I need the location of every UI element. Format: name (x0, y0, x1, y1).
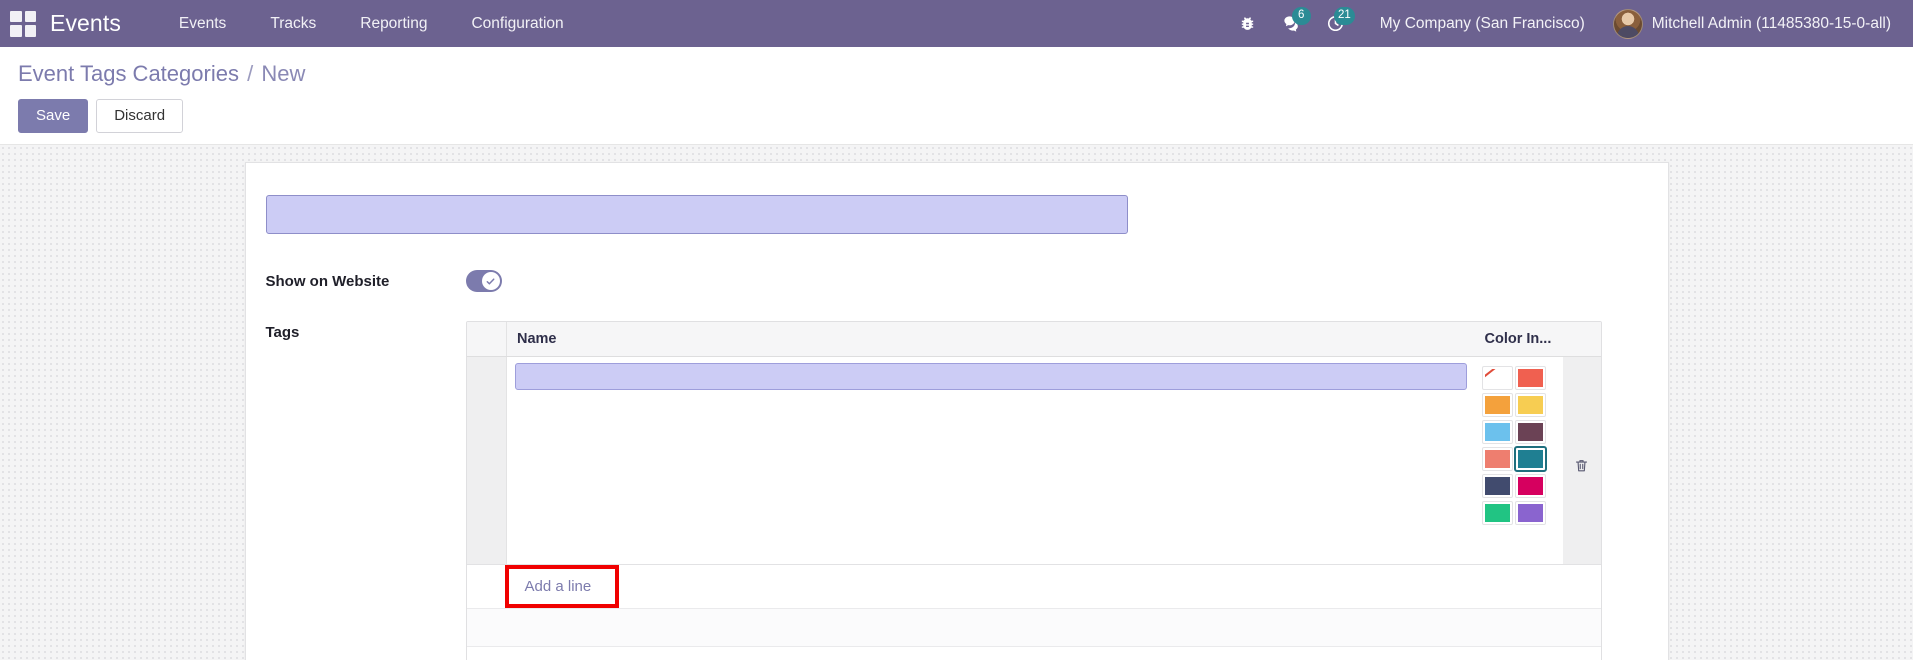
menu-item-tracks[interactable]: Tracks (248, 9, 338, 39)
color-swatch-dark-blue[interactable] (1481, 474, 1513, 499)
menu-item-reporting[interactable]: Reporting (338, 9, 449, 39)
table-row (466, 356, 1601, 564)
color-swatch-red[interactable] (1514, 366, 1546, 391)
form-background: Show on Website Tags Name Color In... Ad… (0, 145, 1913, 661)
row-drag-handle[interactable] (466, 356, 507, 564)
category-name-input[interactable] (265, 195, 1128, 235)
tags-one2many-field: Name Color In... Add a line (465, 321, 1638, 661)
form-fields: Show on Website Tags Name Color In... Ad… (265, 270, 1638, 661)
bug-icon[interactable] (1226, 4, 1270, 44)
column-header-handle (466, 322, 507, 358)
avatar (1612, 8, 1643, 39)
color-swatch-light-blue[interactable] (1481, 420, 1513, 445)
discard-button[interactable]: Discard (96, 99, 184, 134)
toggle-knob (481, 272, 500, 291)
messages-badge: 6 (1291, 6, 1311, 25)
company-switcher[interactable]: My Company (San Francisco) (1380, 15, 1585, 33)
cell-name (506, 356, 1475, 564)
tags-table-container: Name Color In... Add a line (465, 321, 1602, 661)
breadcrumb: Event Tags Categories / New (0, 61, 1913, 87)
breadcrumb-separator: / (247, 61, 254, 86)
menu-item-configuration[interactable]: Configuration (449, 9, 585, 39)
breadcrumb-current: New (261, 61, 306, 86)
activities-badge: 21 (1333, 6, 1355, 25)
show-on-website-field (465, 270, 1638, 297)
column-header-actions (1562, 322, 1601, 358)
color-swatch-salmon-pink[interactable] (1481, 447, 1513, 472)
menu-item-events[interactable]: Events (157, 9, 248, 39)
show-on-website-toggle[interactable] (465, 270, 502, 293)
column-header-color-index[interactable]: Color In... (1474, 322, 1563, 358)
breadcrumb-root[interactable]: Event Tags Categories (18, 61, 239, 86)
messages-icon[interactable]: 6 (1270, 4, 1314, 44)
add-line-annotation-highlight: Add a line (504, 564, 620, 608)
add-line-row: Add a line (466, 563, 1601, 608)
form-sheet: Show on Website Tags Name Color In... Ad… (244, 162, 1669, 661)
app-brand-events[interactable]: Events (50, 10, 121, 37)
color-swatch-no-color[interactable] (1481, 366, 1513, 391)
color-swatch-orange[interactable] (1481, 393, 1513, 418)
color-swatch-purple[interactable] (1514, 501, 1546, 526)
delete-row-button[interactable] (1563, 448, 1601, 473)
control-panel: Event Tags Categories / New Save Discard (0, 47, 1913, 146)
cell-actions (1562, 356, 1601, 564)
label-tags: Tags (265, 324, 300, 342)
color-swatch-medium-blue[interactable] (1513, 446, 1547, 473)
color-swatch-green[interactable] (1481, 501, 1513, 526)
form-action-buttons: Save Discard (0, 87, 1913, 144)
table-footer-row2 (466, 645, 1601, 661)
table-header-row: Name Color In... (466, 322, 1601, 358)
apps-grid-square (24, 10, 36, 22)
user-menu[interactable]: Mitchell Admin (11485380-15-0-all) (1599, 8, 1891, 39)
apps-grid-square (24, 25, 36, 37)
save-button[interactable]: Save (18, 99, 89, 134)
navbar-right-section: 6 21 My Company (San Francisco) Mitchell… (1226, 4, 1891, 44)
activities-clock-icon[interactable]: 21 (1314, 4, 1358, 44)
add-a-line-button[interactable]: Add a line (509, 569, 616, 604)
table-footer-row (466, 607, 1601, 646)
color-palette (1481, 363, 1555, 526)
tags-table: Name Color In... (466, 322, 1601, 564)
cell-color-index (1474, 356, 1563, 564)
color-swatch-dark-purple[interactable] (1514, 420, 1546, 445)
title-row (265, 187, 1638, 235)
main-menu: Events Tracks Reporting Configuration (157, 9, 586, 39)
apps-grid-icon[interactable] (10, 10, 36, 37)
apps-grid-square (10, 25, 22, 37)
top-navbar: Events Events Tracks Reporting Configura… (0, 0, 1913, 47)
color-swatch-fuchsia[interactable] (1514, 474, 1546, 499)
color-swatch-yellow[interactable] (1514, 393, 1546, 418)
apps-grid-square (10, 10, 22, 22)
user-name-label: Mitchell Admin (11485380-15-0-all) (1651, 14, 1891, 32)
tag-name-input[interactable] (515, 363, 1467, 391)
label-show-on-website: Show on Website (265, 273, 390, 291)
column-header-name[interactable]: Name (506, 322, 1475, 358)
